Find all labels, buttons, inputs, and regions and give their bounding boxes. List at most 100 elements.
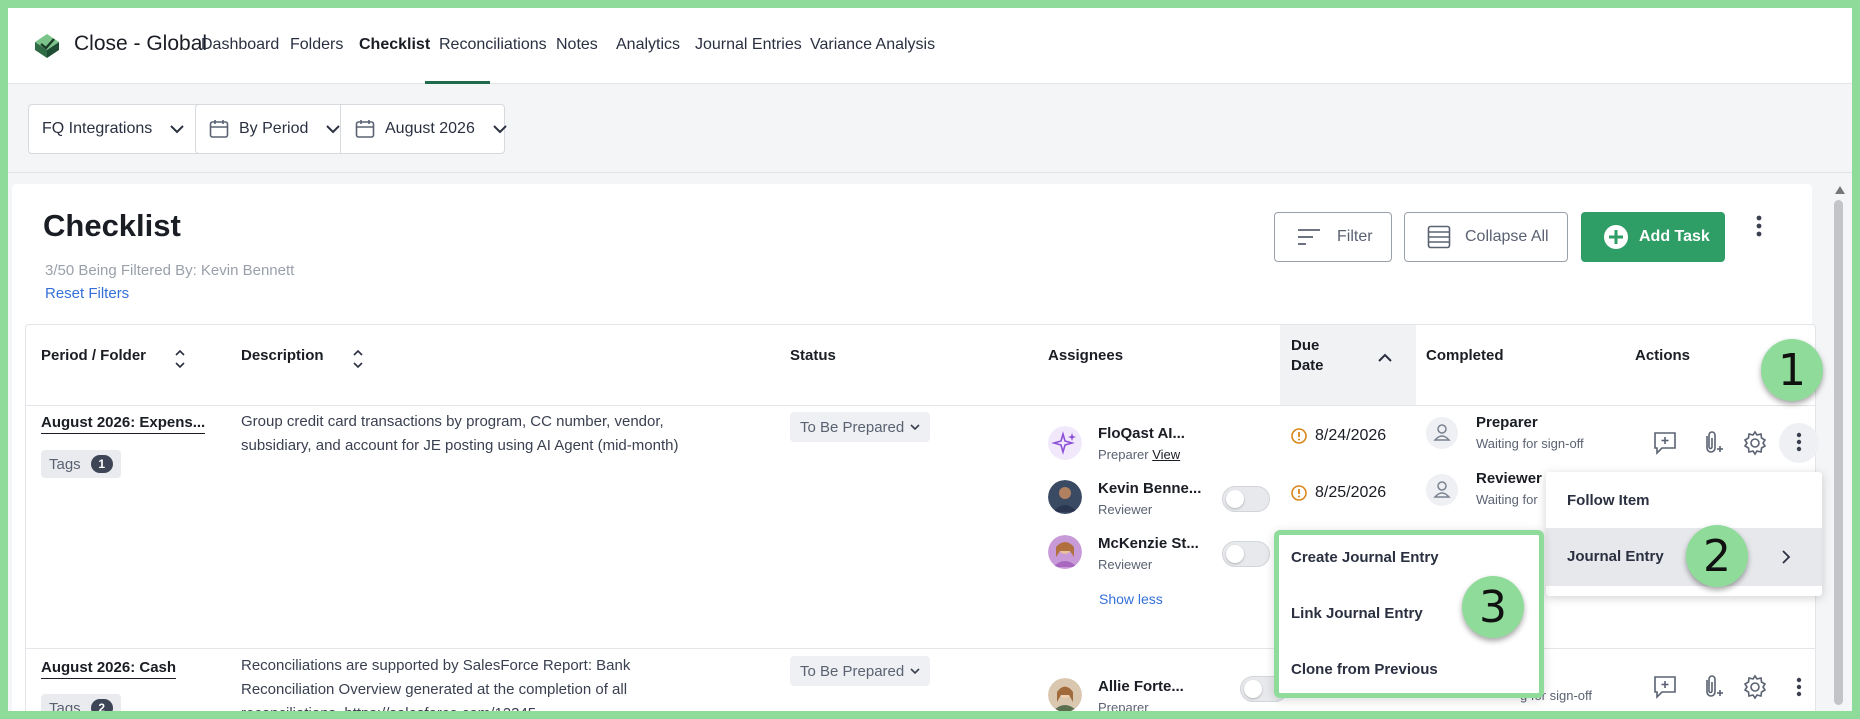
tab-analytics[interactable]: Analytics [616,36,680,54]
collapse-all-button[interactable]: Collapse All [1404,212,1568,262]
reset-filters-link[interactable]: Reset Filters [45,285,129,302]
view-link[interactable]: View [1152,447,1180,462]
due-date-value: 8/24/2026 [1315,427,1387,444]
collapse-list-icon [1427,225,1451,249]
tab-reconciliations[interactable]: Reconciliations [439,36,547,54]
description-line: Reconciliations are supported by SalesFo… [241,657,631,674]
tags-badge[interactable]: Tags 1 [41,450,121,478]
sort-icon[interactable] [352,348,364,370]
due-date: 8/24/2026 [1291,427,1386,445]
chevron-down-icon [493,124,507,133]
attachment-icon[interactable] [1698,674,1724,700]
header-due-date-line1[interactable]: Due [1291,337,1319,354]
due-date-value: 8/25/2026 [1315,484,1387,501]
assignee-name: Kevin Benne... [1098,480,1202,497]
period-select-label: August 2026 [385,120,475,137]
completed-role: Reviewer [1476,470,1542,487]
status-dropdown[interactable]: To Be Prepared [790,656,931,686]
menu-item-link-journal-entry[interactable]: Link Journal Entry [1291,605,1423,622]
calendar-icon [355,120,375,138]
row-more-options-icon[interactable] [1796,432,1802,452]
header-assignees: Assignees [1048,347,1124,364]
tags-label: Tags [49,455,81,473]
scroll-up-arrow-icon[interactable] [1835,186,1845,194]
assignee-role: Reviewer [1098,502,1153,517]
filter-info: 3/50 Being Filtered By: Kevin Bennett [45,262,295,279]
filter-button-label: Filter [1337,228,1373,245]
app-window: Close - Global Dashboard Folders Checkli… [8,8,1852,711]
view-select[interactable]: By Period [209,104,341,154]
menu-item-clone-from-previous[interactable]: Clone from Previous [1291,661,1438,678]
description-line: Group credit card transactions by progra… [241,413,664,430]
assignee-name: FloQast AI... [1098,425,1185,442]
chevron-down-icon [170,124,184,133]
description-line: subsidiary, and account for JE posting u… [241,437,679,454]
tags-label: Tags [49,699,81,712]
period-select[interactable]: August 2026 [355,104,507,154]
filter-button[interactable]: Filter [1274,212,1392,262]
collapse-all-label: Collapse All [1465,228,1549,245]
show-less-link[interactable]: Show less [1099,591,1163,607]
header-period-folder[interactable]: Period / Folder [41,347,146,364]
add-comment-icon[interactable] [1652,674,1678,700]
period-folder-link[interactable]: August 2026: Cash [41,659,177,679]
description-line: reconciliations. https://salesforce.com/… [241,702,536,711]
status-label: To Be Prepared [800,418,905,436]
warning-clock-icon [1291,428,1307,444]
page-more-options-icon[interactable] [1755,214,1763,238]
menu-item-follow-item[interactable]: Follow Item [1567,492,1650,509]
period-folder-link[interactable]: August 2026: Expens... [41,414,206,434]
page-title: Checklist [43,208,181,243]
sort-icon[interactable] [174,348,186,370]
scrollbar-thumb[interactable] [1834,200,1843,705]
step-badge: 2 [1686,525,1748,587]
completed-role: Preparer [1476,414,1538,431]
row-more-options-icon[interactable] [1796,677,1802,697]
tab-dashboard[interactable]: Dashboard [201,36,279,54]
menu-item-journal-entry[interactable]: Journal Entry [1567,548,1664,565]
assignee-role: Preparer View [1098,447,1181,462]
reviewer-toggle[interactable] [1222,486,1270,512]
add-comment-icon[interactable] [1652,430,1678,456]
tab-notes[interactable]: Notes [556,36,598,54]
attachment-icon[interactable] [1698,430,1724,456]
top-navigation: Close - Global Dashboard Folders Checkli… [8,8,1852,84]
gear-icon[interactable] [1742,430,1768,456]
assignee-name: Allie Forte... [1098,678,1184,695]
tags-badge[interactable]: Tags 2 [41,694,121,711]
status-dropdown[interactable]: To Be Prepared [790,412,931,442]
view-select-label: By Period [239,120,309,137]
step-badge: 1 [1761,339,1823,401]
step-badge: 3 [1462,576,1524,638]
add-task-button[interactable]: Add Task [1581,212,1725,262]
tags-count: 2 [90,699,113,711]
menu-item-create-journal-entry[interactable]: Create Journal Entry [1291,549,1439,566]
description-line: Reconciliation Overview generated at the… [241,681,628,698]
header-actions: Actions [1635,347,1691,364]
active-tab-indicator [425,81,490,84]
gear-icon[interactable] [1742,674,1768,700]
entity-select-label: FQ Integrations [42,120,153,137]
header-description[interactable]: Description [241,347,324,364]
section-divider [8,172,1852,173]
entity-select[interactable]: FQ Integrations [42,104,184,154]
vertical-scrollbar[interactable] [1832,184,1846,711]
plus-circle-icon [1604,225,1628,249]
tab-variance-analysis[interactable]: Variance Analysis [810,36,935,54]
avatar [1048,678,1082,711]
user-icon [1426,474,1458,506]
tab-folders[interactable]: Folders [290,36,343,54]
assignee-role: Preparer [1098,700,1149,711]
chevron-down-icon [910,423,920,430]
avatar [1048,535,1082,569]
due-date: 8/25/2026 [1291,484,1386,502]
header-due-date-line2[interactable]: Date [1291,357,1324,374]
row-separator [26,648,1816,649]
header-status: Status [790,347,836,364]
completed-status: Waiting for sign-off [1476,436,1584,451]
tab-checklist[interactable]: Checklist [359,36,430,54]
reviewer-toggle[interactable] [1222,541,1270,567]
tab-journal-entries[interactable]: Journal Entries [695,36,802,54]
sort-ascending-icon[interactable] [1378,353,1392,362]
app-title: Close - Global [74,32,208,55]
